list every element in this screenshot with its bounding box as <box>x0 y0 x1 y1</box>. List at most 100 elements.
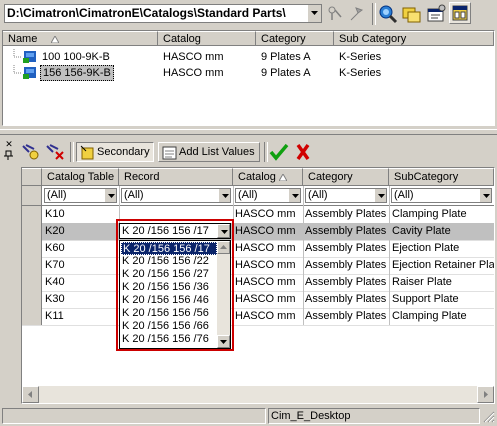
cell-catalog-table[interactable]: K40 <box>43 274 119 290</box>
dropdown-option[interactable]: K 20 /156 156 /56 <box>122 307 217 320</box>
dropdown-arrow-icon[interactable] <box>104 189 116 202</box>
row-selector[interactable] <box>22 206 42 223</box>
scroll-down-button[interactable] <box>217 335 230 348</box>
cell-catalog[interactable]: HASCO mm <box>233 291 303 307</box>
filter-category[interactable]: (All) <box>305 188 387 203</box>
grid-col-catalog-table[interactable]: Catalog Table <box>42 168 119 186</box>
records-grid[interactable]: Catalog Table Record Catalog Category Su… <box>21 167 495 404</box>
filter-record[interactable]: (All) <box>121 188 231 203</box>
cell-catalog-table[interactable]: K20 <box>43 223 119 239</box>
scroll-up-button[interactable] <box>217 241 230 254</box>
scroll-right-button[interactable] <box>477 386 494 403</box>
record-combo[interactable]: K 20 /156 156 /17 <box>119 223 231 239</box>
row-selector[interactable] <box>22 308 42 325</box>
cell-catalog-table[interactable]: K70 <box>43 257 119 273</box>
filter-subcategory[interactable]: (All) <box>391 188 492 203</box>
cell-subcategory[interactable]: Ejection Retainer Plate <box>390 257 494 273</box>
table-row[interactable]: K10 HASCO mm Assembly Plates Clamping Pl… <box>22 206 494 224</box>
dropdown-option[interactable]: K 20 /156 156 /27 <box>122 268 217 281</box>
panel-gripper[interactable]: ✕ <box>4 140 18 162</box>
row-selector[interactable] <box>22 223 42 240</box>
dropdown-arrow-icon[interactable] <box>218 189 230 202</box>
row-selector[interactable] <box>22 240 42 257</box>
table-row[interactable]: K20 HASCO mm Assembly Plates Cavity Plat… <box>22 223 494 241</box>
dropdown-option[interactable]: K 20 /156 156 /22 <box>122 255 217 268</box>
table-row[interactable]: K11 HASCO mm Assembly Plates Clamping Pl… <box>22 308 494 326</box>
clear-filter-button[interactable] <box>44 142 66 162</box>
layout-icon[interactable] <box>449 2 471 24</box>
grid-col-catalog[interactable]: Catalog <box>233 168 303 186</box>
secondary-toggle-button[interactable]: Secondary <box>76 142 154 162</box>
disconnect-icon[interactable] <box>326 5 344 23</box>
dropdown-option[interactable]: K 20 /156 156 /76 <box>122 333 217 346</box>
splitter[interactable] <box>0 129 497 135</box>
cell-category[interactable]: Assembly Plates <box>303 308 389 324</box>
cell-subcategory[interactable]: Cavity Plate <box>390 223 494 239</box>
parts-col-category[interactable]: Category <box>256 31 334 46</box>
grid-col-subcategory[interactable]: SubCategory <box>389 168 494 186</box>
resize-grip-icon[interactable] <box>482 410 495 423</box>
path-combo[interactable]: D:\Cimatron\CimatronE\Catalogs\Standard … <box>4 4 322 23</box>
parts-col-subcategory[interactable]: Sub Category <box>334 31 494 46</box>
cell-catalog[interactable]: HASCO mm <box>233 240 303 256</box>
dropdown-arrow-icon[interactable] <box>288 189 300 202</box>
cell-catalog[interactable]: HASCO mm <box>233 274 303 290</box>
dropdown-option[interactable]: K 20 /156 156 /17 <box>121 242 217 255</box>
close-icon[interactable]: ✕ <box>4 140 14 149</box>
scroll-left-button[interactable] <box>22 386 39 403</box>
cell-catalog-table[interactable]: K11 <box>43 308 119 324</box>
dropdown-scrollbar[interactable] <box>217 241 230 348</box>
cell-catalog[interactable]: HASCO mm <box>233 223 303 239</box>
add-list-values-button[interactable]: Add List Values <box>158 142 260 162</box>
dropdown-option[interactable]: K 20 /156 156 /46 <box>122 294 217 307</box>
cell-subcategory[interactable]: Clamping Plate <box>390 206 494 222</box>
filter-catalog[interactable]: (All) <box>235 188 301 203</box>
grid-col-record[interactable]: Record <box>119 168 233 186</box>
properties-icon[interactable] <box>425 3 447 25</box>
cell-catalog-table[interactable]: K60 <box>43 240 119 256</box>
cell-category[interactable]: Assembly Plates <box>303 240 389 256</box>
cell-catalog[interactable]: HASCO mm <box>233 308 303 324</box>
parts-list-view[interactable]: Name Catalog Category Sub Category 100 1… <box>2 30 495 126</box>
apply-button[interactable] <box>268 142 290 162</box>
table-row[interactable]: K70 HASCO mm Assembly Plates Ejection Re… <box>22 257 494 275</box>
table-row[interactable]: K60 HASCO mm Assembly Plates Ejection Pl… <box>22 240 494 258</box>
grid-col-category[interactable]: Category <box>303 168 389 186</box>
row-selector[interactable] <box>22 274 42 291</box>
folders-icon[interactable] <box>401 3 423 25</box>
parts-col-name[interactable]: Name <box>3 31 158 46</box>
record-dropdown-list[interactable]: K 20 /156 156 /17 K 20 /156 156 /22 K 20… <box>119 240 231 349</box>
path-combo-dropdown-button[interactable] <box>307 5 321 22</box>
parts-col-catalog[interactable]: Catalog <box>158 31 256 46</box>
cell-subcategory[interactable]: Raiser Plate <box>390 274 494 290</box>
horizontal-scrollbar[interactable] <box>22 386 494 403</box>
cell-catalog-table[interactable]: K10 <box>43 206 119 222</box>
cell-category[interactable]: Assembly Plates <box>303 206 389 222</box>
dropdown-arrow-icon[interactable] <box>374 189 386 202</box>
cell-catalog[interactable]: HASCO mm <box>233 257 303 273</box>
cell-catalog-table[interactable]: K30 <box>43 291 119 307</box>
cell-category[interactable]: Assembly Plates <box>303 257 389 273</box>
dropdown-option[interactable]: K 20 /156 156 /36 <box>122 281 217 294</box>
row-selector[interactable] <box>22 257 42 274</box>
cell-category[interactable]: Assembly Plates <box>303 274 389 290</box>
dropdown-arrow-icon[interactable] <box>479 189 491 202</box>
cancel-button[interactable] <box>292 142 314 162</box>
cell-subcategory[interactable]: Support Plate <box>390 291 494 307</box>
row-selector[interactable] <box>22 291 42 308</box>
filter-tool-button[interactable] <box>20 142 42 162</box>
cell-category[interactable]: Assembly Plates <box>303 223 389 239</box>
pin-icon[interactable] <box>4 150 14 160</box>
cell-subcategory[interactable]: Clamping Plate <box>390 308 494 324</box>
filter-catalog-table[interactable]: (All) <box>44 188 117 203</box>
cell-subcategory[interactable]: Ejection Plate <box>390 240 494 256</box>
cell-category[interactable]: Assembly Plates <box>303 291 389 307</box>
cell-catalog[interactable]: HASCO mm <box>233 206 303 222</box>
list-item[interactable]: 100 100-9K-B HASCO mm 9 Plates A K-Serie… <box>3 49 494 65</box>
search-icon[interactable] <box>377 3 399 25</box>
table-row[interactable]: K30 HASCO mm Assembly Plates Support Pla… <box>22 291 494 309</box>
move-icon[interactable] <box>348 5 366 23</box>
list-item[interactable]: 156 156-9K-B HASCO mm 9 Plates A K-Serie… <box>3 65 494 81</box>
record-combo-dropdown-button[interactable] <box>217 224 230 238</box>
table-row[interactable]: K40 HASCO mm Assembly Plates Raiser Plat… <box>22 274 494 292</box>
